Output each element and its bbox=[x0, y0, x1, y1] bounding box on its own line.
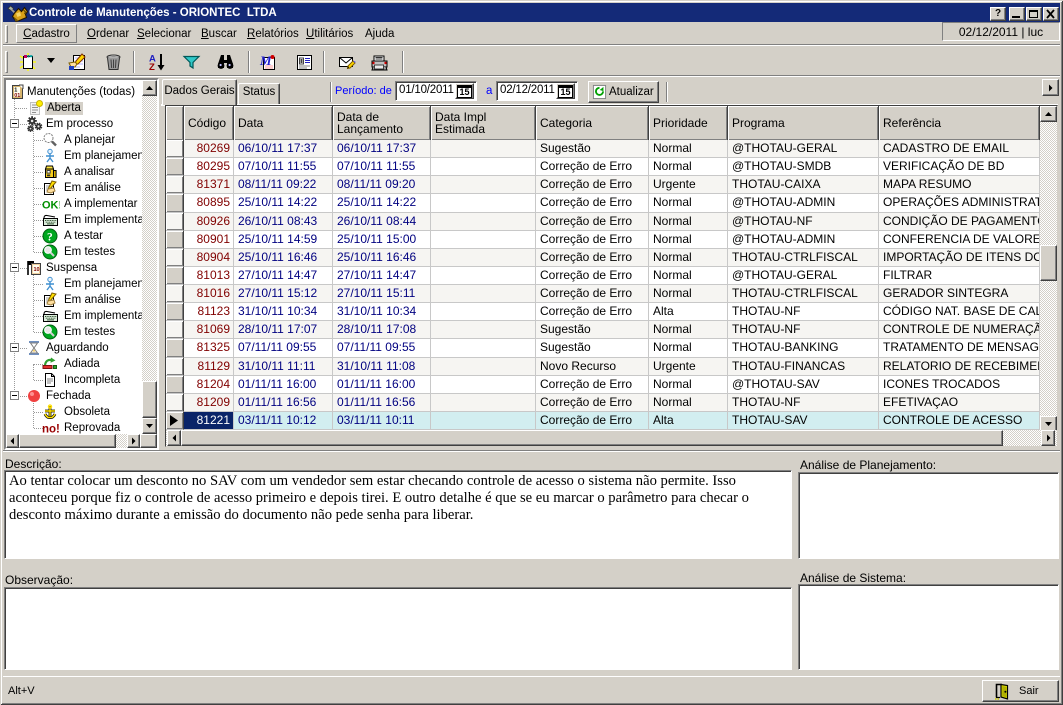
svg-text:no!: no! bbox=[42, 424, 60, 435]
svg-text:M: M bbox=[259, 53, 272, 68]
svg-text:?: ? bbox=[47, 232, 53, 244]
svg-text:10: 10 bbox=[34, 267, 40, 273]
svg-text:Z: Z bbox=[149, 62, 155, 72]
svg-text:OK!: OK! bbox=[42, 200, 60, 212]
svg-text:01: 01 bbox=[14, 93, 20, 99]
